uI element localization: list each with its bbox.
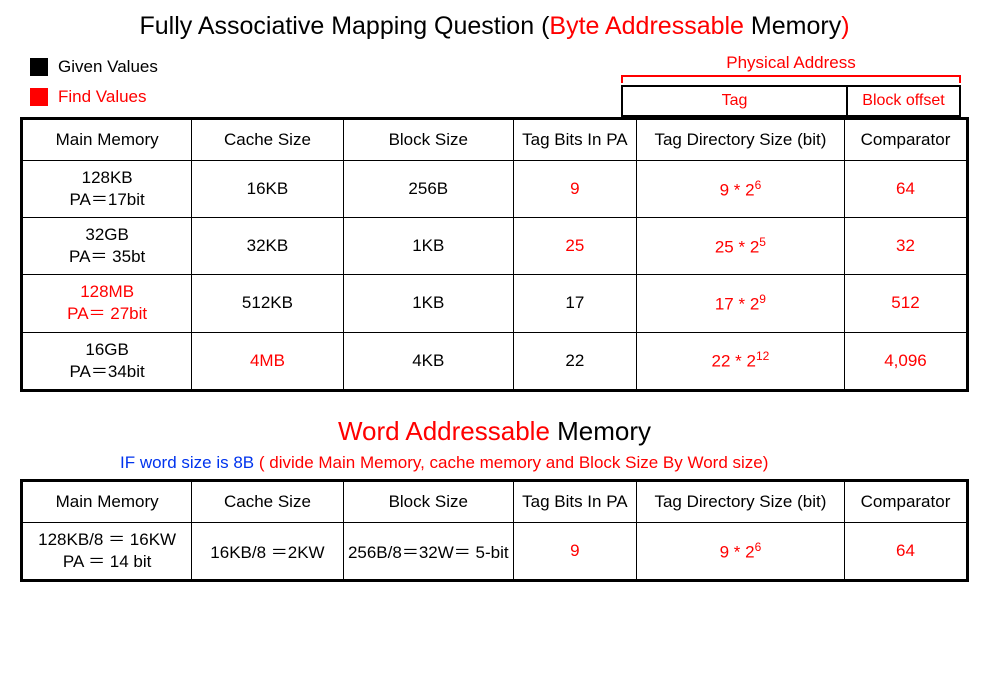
cell-tagbits: 25 xyxy=(513,218,636,275)
mm-line2: PA＝17bit xyxy=(69,190,144,209)
header-cache-size: Cache Size xyxy=(192,119,343,161)
w-mm-line2: PA ＝ 14 bit xyxy=(63,552,152,571)
title-red: Byte Addressable xyxy=(549,12,751,40)
mm-line2: PA＝34bit xyxy=(69,362,144,381)
cell-tagbits: 22 xyxy=(513,332,636,390)
w-dir-base: 9 * 2 xyxy=(720,542,755,561)
title2-black: Memory xyxy=(557,416,651,446)
legend-box-red xyxy=(30,88,48,106)
legend: Given Values Find Values xyxy=(20,57,158,117)
main-table: Main Memory Cache Size Block Size Tag Bi… xyxy=(20,117,969,392)
pa-box-tag: Tag xyxy=(621,85,846,117)
table-header-row: Main Memory Cache Size Block Size Tag Bi… xyxy=(22,119,968,161)
mm-line1: 128KB xyxy=(82,168,133,187)
pa-box-offset: Block offset xyxy=(846,85,961,117)
cell-block: 4KB xyxy=(343,332,513,390)
cell-comparator: 64 xyxy=(844,161,967,218)
cell-comparator: 32 xyxy=(844,218,967,275)
w-header-tag-directory: Tag Directory Size (bit) xyxy=(636,480,844,522)
dir-exp: 5 xyxy=(759,235,766,249)
mm-line2: PA＝ 27bit xyxy=(67,304,147,323)
word-table-row: 128KB/8 ＝ 16KW PA ＝ 14 bit 16KB/8 ＝2KW 2… xyxy=(22,522,968,580)
dir-base: 22 * 2 xyxy=(712,352,756,371)
dir-exp: 6 xyxy=(755,178,762,192)
cell-main-memory: 32GB PA＝ 35bt xyxy=(22,218,192,275)
cell-cache: 32KB xyxy=(192,218,343,275)
legend-box-black xyxy=(30,58,48,76)
header-comparator: Comparator xyxy=(844,119,967,161)
dir-base: 17 * 2 xyxy=(715,295,759,314)
title-word-addressable: Word Addressable Memory xyxy=(20,416,969,447)
w-header-main-memory: Main Memory xyxy=(22,480,192,522)
w-header-tag-bits: Tag Bits In PA xyxy=(513,480,636,522)
legend-given: Given Values xyxy=(30,57,158,77)
cell-main-memory: 128KB PA＝17bit xyxy=(22,161,192,218)
w-cell-comparator: 64 xyxy=(844,522,967,580)
dir-exp: 12 xyxy=(756,349,769,363)
w-cell-tagbits: 9 xyxy=(513,522,636,580)
header-main-memory: Main Memory xyxy=(22,119,192,161)
cell-block: 1KB xyxy=(343,218,513,275)
cell-comparator: 512 xyxy=(844,275,967,332)
cell-block: 256B xyxy=(343,161,513,218)
cell-directory: 9 * 26 xyxy=(636,161,844,218)
w-cell-block: 256B/8＝32W＝ 5-bit xyxy=(343,522,513,580)
w-cell-cache: 16KB/8 ＝2KW xyxy=(192,522,343,580)
subtitle-red: ( divide Main Memory, cache memory and B… xyxy=(259,453,769,472)
table-row: 128KBPA＝17bit16KB256B99 * 2664 xyxy=(22,161,968,218)
cell-directory: 22 * 212 xyxy=(636,332,844,390)
table-row: 128MBPA＝ 27bit512KB1KB1717 * 29512 xyxy=(22,275,968,332)
table-row: 32GBPA＝ 35bt32KB1KB2525 * 2532 xyxy=(22,218,968,275)
word-table-header-row: Main Memory Cache Size Block Size Tag Bi… xyxy=(22,480,968,522)
cell-cache: 4MB xyxy=(192,332,343,390)
w-mm-line1: 128KB/8 ＝ 16KW xyxy=(38,530,176,549)
pa-boxes: Tag Block offset xyxy=(621,85,961,117)
cell-directory: 25 * 25 xyxy=(636,218,844,275)
word-table: Main Memory Cache Size Block Size Tag Bi… xyxy=(20,479,969,582)
w-header-comparator: Comparator xyxy=(844,480,967,522)
physical-address-header: Physical Address Tag Block offset xyxy=(621,53,961,117)
w-header-block-size: Block Size xyxy=(343,480,513,522)
pa-label: Physical Address xyxy=(621,53,961,73)
cell-tagbits: 9 xyxy=(513,161,636,218)
page-title: Fully Associative Mapping Question (Byte… xyxy=(20,12,969,41)
cell-comparator: 4,096 xyxy=(844,332,967,390)
cell-block: 1KB xyxy=(343,275,513,332)
cell-tagbits: 17 xyxy=(513,275,636,332)
mm-line2: PA＝ 35bt xyxy=(69,247,145,266)
header-tag-bits: Tag Bits In PA xyxy=(513,119,636,161)
w-header-cache-size: Cache Size xyxy=(192,480,343,522)
mm-line1: 16GB xyxy=(85,340,128,359)
dir-base: 25 * 2 xyxy=(715,238,759,257)
title2-red: Word Addressable xyxy=(338,416,557,446)
subtitle-blue: IF word size is 8B xyxy=(120,453,259,472)
cell-cache: 16KB xyxy=(192,161,343,218)
dir-base: 9 * 2 xyxy=(720,180,755,199)
subtitle-word-size: IF word size is 8B ( divide Main Memory,… xyxy=(120,453,969,473)
table-row: 16GBPA＝34bit4MB4KB2222 * 2124,096 xyxy=(22,332,968,390)
header-tag-directory: Tag Directory Size (bit) xyxy=(636,119,844,161)
cell-main-memory: 128MB PA＝ 27bit xyxy=(22,275,192,332)
w-dir-exp: 6 xyxy=(755,540,762,554)
title-main: Fully Associative Mapping Question xyxy=(139,12,541,40)
header-block-size: Block Size xyxy=(343,119,513,161)
title-memory: Memory xyxy=(751,12,841,40)
legend-find-label: Find Values xyxy=(58,87,147,107)
pa-bracket xyxy=(621,75,961,83)
cell-cache: 512KB xyxy=(192,275,343,332)
legend-and-pa-row: Given Values Find Values Physical Addres… xyxy=(20,53,969,117)
cell-directory: 17 * 29 xyxy=(636,275,844,332)
mm-line1: 128MB xyxy=(80,282,134,301)
paren-close: ) xyxy=(841,12,849,40)
w-cell-main-memory: 128KB/8 ＝ 16KW PA ＝ 14 bit xyxy=(22,522,192,580)
legend-find: Find Values xyxy=(30,87,158,107)
mm-line1: 32GB xyxy=(85,225,128,244)
w-cell-directory: 9 * 26 xyxy=(636,522,844,580)
cell-main-memory: 16GB PA＝34bit xyxy=(22,332,192,390)
dir-exp: 9 xyxy=(759,292,766,306)
legend-given-label: Given Values xyxy=(58,57,158,77)
